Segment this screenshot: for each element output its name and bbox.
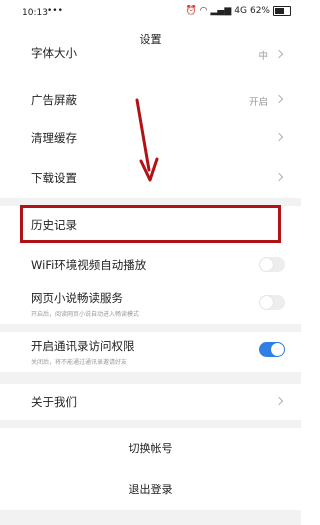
annotation-arrow-icon: [135, 98, 159, 182]
